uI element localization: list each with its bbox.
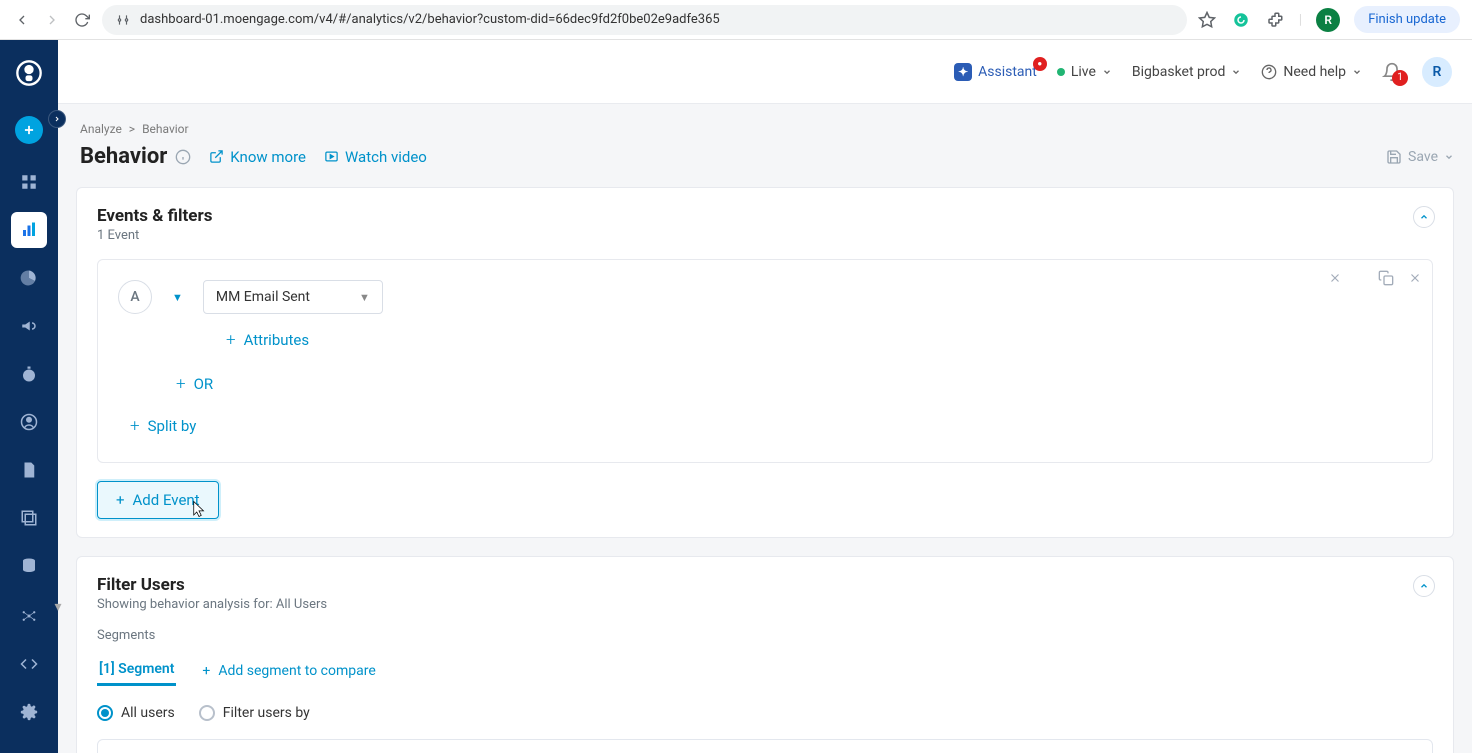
chevron-down-icon: ▼	[359, 291, 370, 304]
analytics-icon[interactable]	[11, 212, 47, 248]
file-icon[interactable]	[11, 452, 47, 488]
back-button[interactable]	[12, 10, 32, 30]
finish-update-button[interactable]: Finish update	[1354, 6, 1460, 33]
filter-users-card: Filter Users Showing behavior analysis f…	[76, 556, 1454, 753]
workspace-selector[interactable]: Bigbasket prod	[1132, 64, 1241, 80]
breadcrumb-current: Behavior	[142, 122, 189, 136]
page-title: Behavior	[80, 144, 191, 169]
user-avatar[interactable]: R	[1422, 57, 1452, 87]
play-icon	[324, 149, 339, 164]
breadcrumb: Analyze > Behavior	[80, 122, 1454, 136]
events-card-title: Events & filters	[97, 206, 1433, 226]
stopwatch-icon[interactable]	[11, 356, 47, 392]
site-settings-icon	[116, 13, 130, 27]
notif-count: 1	[1392, 70, 1408, 86]
sidebar-expand-icon[interactable]	[48, 110, 66, 128]
save-button[interactable]: Save	[1386, 149, 1454, 165]
plus-icon: +	[202, 663, 210, 679]
radio-all-users[interactable]: All users	[97, 705, 175, 721]
assistant-notif-dot: ●	[1033, 57, 1047, 71]
grammarly-icon[interactable]	[1231, 10, 1251, 30]
remove-event-icon[interactable]	[1408, 271, 1422, 285]
assistant-button[interactable]: ✦ Assistant ●	[954, 63, 1037, 81]
external-link-icon	[209, 149, 224, 164]
environment-selector[interactable]: Live	[1057, 64, 1112, 80]
all-users-selected-box: All users selected	[97, 739, 1433, 753]
user-circle-icon[interactable]	[11, 404, 47, 440]
chevron-down-icon	[1102, 67, 1112, 77]
database-icon[interactable]	[11, 548, 47, 584]
collapse-button[interactable]	[1413, 575, 1435, 597]
plus-icon: +	[130, 416, 140, 436]
create-button[interactable]	[15, 116, 43, 144]
notifications-button[interactable]: 1	[1382, 62, 1402, 82]
url-bar[interactable]: dashboard-01.moengage.com/v4/#/analytics…	[102, 5, 1187, 35]
settings-icon[interactable]	[11, 694, 47, 730]
app-logo[interactable]	[14, 58, 44, 88]
event-chip-caret[interactable]: ▼	[172, 291, 183, 304]
collapse-button[interactable]	[1413, 206, 1435, 228]
chevron-down-icon	[1352, 67, 1362, 77]
assistant-icon: ✦	[954, 63, 972, 81]
event-letter-chip: A	[118, 280, 152, 314]
workspace-label: Bigbasket prod	[1132, 64, 1225, 80]
sidebar-nav: ▾	[0, 40, 58, 753]
bookmark-star-icon[interactable]	[1197, 10, 1217, 30]
know-more-link[interactable]: Know more	[209, 148, 306, 166]
segment-tab-1[interactable]: [1] Segment	[97, 655, 176, 686]
plus-icon: +	[226, 330, 236, 350]
event-name-select[interactable]: MM Email Sent ▼	[203, 280, 383, 314]
reload-button[interactable]	[72, 10, 92, 30]
question-icon	[1261, 64, 1277, 80]
layers-icon[interactable]	[11, 500, 47, 536]
dashboard-icon[interactable]	[11, 164, 47, 200]
add-or-button[interactable]: + OR	[176, 374, 1412, 394]
add-segment-compare-button[interactable]: + Add segment to compare	[202, 663, 375, 679]
breadcrumb-root[interactable]: Analyze	[80, 122, 122, 136]
browser-chrome: dashboard-01.moengage.com/v4/#/analytics…	[0, 0, 1472, 40]
browser-profile-avatar[interactable]: R	[1316, 8, 1340, 32]
forward-button[interactable]	[42, 10, 62, 30]
scroll-down-icon[interactable]: ▾	[54, 600, 62, 614]
filter-card-title: Filter Users	[97, 575, 1433, 595]
url-text: dashboard-01.moengage.com/v4/#/analytics…	[140, 12, 720, 27]
info-icon[interactable]	[175, 149, 191, 165]
split-by-button[interactable]: + Split by	[130, 416, 1412, 436]
add-event-button[interactable]: + Add Event	[97, 481, 219, 519]
plus-icon: +	[116, 491, 125, 509]
chevron-down-icon	[1444, 152, 1454, 162]
page-header: Behavior Know more Watch video Save	[76, 144, 1454, 169]
extensions-icon[interactable]	[1265, 10, 1285, 30]
filter-card-subtitle: Showing behavior analysis for: All Users	[97, 597, 1433, 612]
live-dot-icon	[1057, 68, 1065, 76]
code-icon[interactable]	[11, 646, 47, 682]
copy-event-icon[interactable]	[1378, 270, 1394, 286]
event-row-a: A ▼ MM Email Sent ▼ + Attributes + OR +	[97, 259, 1433, 463]
segments-label: Segments	[97, 628, 1433, 643]
pie-icon[interactable]	[11, 260, 47, 296]
help-button[interactable]: Need help	[1261, 64, 1362, 80]
clear-event-icon[interactable]	[1328, 271, 1342, 285]
radio-icon	[199, 705, 215, 721]
chevron-down-icon	[1231, 67, 1241, 77]
watch-video-link[interactable]: Watch video	[324, 148, 427, 166]
plus-icon: +	[176, 374, 186, 394]
topbar: ✦ Assistant ● Live Bigbasket prod Need h…	[58, 40, 1472, 104]
events-count: 1 Event	[97, 228, 1433, 243]
help-label: Need help	[1283, 64, 1346, 80]
ai-spark-icon[interactable]	[11, 598, 47, 634]
live-label: Live	[1071, 64, 1096, 80]
events-filters-card: Events & filters 1 Event	[76, 187, 1454, 538]
save-icon	[1386, 149, 1402, 165]
radio-filter-users[interactable]: Filter users by	[199, 705, 310, 721]
megaphone-icon[interactable]	[11, 308, 47, 344]
assistant-label: Assistant	[978, 64, 1037, 80]
add-attributes-button[interactable]: + Attributes	[226, 330, 1412, 350]
radio-icon	[97, 705, 113, 721]
